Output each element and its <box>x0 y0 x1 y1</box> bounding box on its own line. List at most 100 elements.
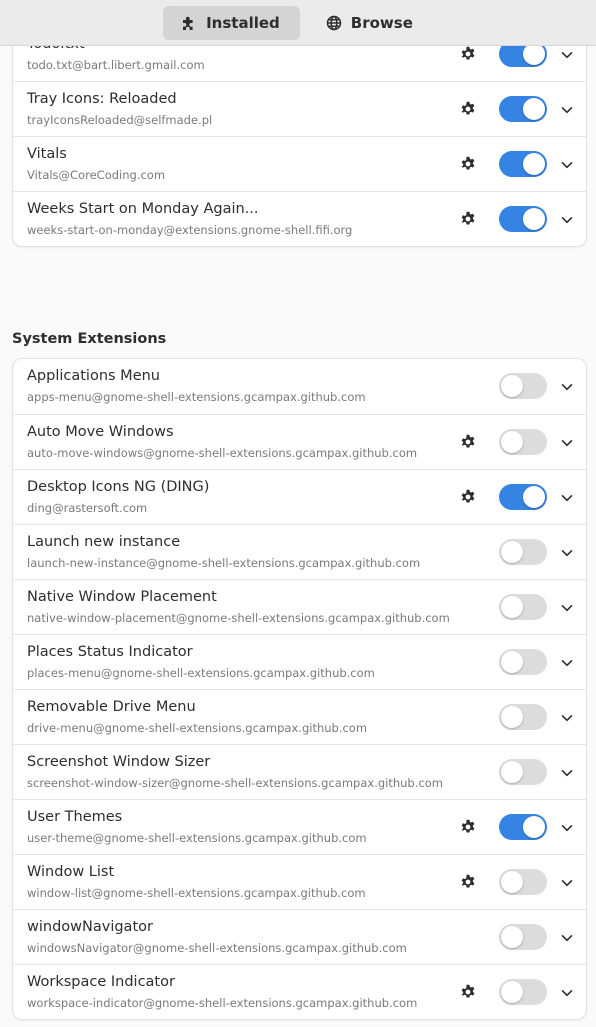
enable-toggle[interactable] <box>499 373 547 399</box>
toggle-knob <box>501 926 523 948</box>
extension-uuid: trayIconsReloaded@selfmade.pl <box>27 113 213 127</box>
toggle-knob <box>523 43 545 65</box>
chevron-down-icon[interactable] <box>560 655 574 669</box>
extension-row[interactable]: Native Window Placement native-window-pla… <box>13 579 586 634</box>
extension-name: Places Status Indicator <box>27 644 193 660</box>
extension-name: Launch new instance <box>27 534 181 550</box>
extension-row[interactable]: Places Status Indicator places-menu@gnome… <box>13 634 586 689</box>
toggle-knob <box>501 706 523 728</box>
enable-toggle[interactable] <box>499 429 547 455</box>
extension-row[interactable]: Vitals Vitals@CoreCoding.com <box>13 136 586 191</box>
chevron-down-icon[interactable] <box>560 102 574 116</box>
settings-gear-icon[interactable] <box>460 46 476 62</box>
extension-row[interactable]: Auto Move Windows auto-move-windows@gnome… <box>13 414 586 469</box>
settings-gear-icon[interactable] <box>460 101 476 117</box>
enable-toggle[interactable] <box>499 869 547 895</box>
chevron-down-icon[interactable] <box>560 875 574 889</box>
chevron-down-icon[interactable] <box>560 157 574 171</box>
settings-gear-icon[interactable] <box>460 211 476 227</box>
extension-row[interactable]: windowNavigator windowsNavigator@gnome-sh… <box>13 909 586 964</box>
enable-toggle[interactable] <box>499 96 547 122</box>
extension-row[interactable]: Desktop Icons NG (DING) ding@rastersoft.c… <box>13 469 586 524</box>
settings-gear-icon[interactable] <box>460 984 476 1000</box>
enable-toggle[interactable] <box>499 206 547 232</box>
settings-gear-icon[interactable] <box>460 156 476 172</box>
enable-toggle[interactable] <box>499 594 547 620</box>
extension-row[interactable]: Window List window-list@gnome-shell-exten… <box>13 854 586 909</box>
extension-name: Window List <box>27 864 115 880</box>
extension-uuid: windowsNavigator@gnome-shell-extensions.… <box>27 941 407 955</box>
extension-row[interactable]: Weeks Start on Monday Again... weeks-star… <box>13 191 586 246</box>
extension-uuid: auto-move-windows@gnome-shell-extensions… <box>27 446 418 460</box>
extension-name: Vitals <box>27 146 67 162</box>
extension-row[interactable]: Removable Drive Menu drive-menu@gnome-she… <box>13 689 586 744</box>
extension-uuid: window-list@gnome-shell-extensions.gcamp… <box>27 886 366 900</box>
extension-uuid: ding@rastersoft.com <box>27 501 148 515</box>
chevron-down-icon[interactable] <box>560 545 574 559</box>
enable-toggle[interactable] <box>499 979 547 1005</box>
extension-uuid: apps-menu@gnome-shell-extensions.gcampax… <box>27 390 366 404</box>
extension-uuid: workspace-indicator@gnome-shell-extensio… <box>27 996 418 1010</box>
extension-uuid: native-window-placement@gnome-shell-exte… <box>27 611 450 625</box>
extension-row[interactable]: Launch new instance launch-new-instance@g… <box>13 524 586 579</box>
chevron-down-icon[interactable] <box>560 930 574 944</box>
extension-name: Desktop Icons NG (DING) <box>27 479 210 495</box>
extension-uuid: launch-new-instance@gnome-shell-extensio… <box>27 556 421 570</box>
toggle-knob <box>501 981 523 1003</box>
tab-browse-label: Browse <box>350 13 413 32</box>
toggle-knob <box>523 98 545 120</box>
tab-browse[interactable]: Browse <box>308 6 433 40</box>
enable-toggle[interactable] <box>499 539 547 565</box>
extension-row[interactable]: Applications Menu apps-menu@gnome-shell-e… <box>13 359 586 414</box>
enable-toggle[interactable] <box>499 924 547 950</box>
extension-name: windowNavigator <box>27 919 153 935</box>
extension-name: Native Window Placement <box>27 589 217 605</box>
chevron-down-icon[interactable] <box>560 710 574 724</box>
chevron-down-icon[interactable] <box>560 600 574 614</box>
toggle-knob <box>501 871 523 893</box>
chevron-down-icon[interactable] <box>560 379 574 393</box>
extension-name: Weeks Start on Monday Again... <box>27 201 259 217</box>
enable-toggle[interactable] <box>499 814 547 840</box>
header-bar: Installed Browse <box>0 0 596 46</box>
chevron-down-icon[interactable] <box>560 985 574 999</box>
extension-uuid: screenshot-window-sizer@gnome-shell-exte… <box>27 776 443 790</box>
chevron-down-icon[interactable] <box>560 490 574 504</box>
enable-toggle[interactable] <box>499 704 547 730</box>
enable-toggle[interactable] <box>499 649 547 675</box>
extension-name: Auto Move Windows <box>27 424 174 440</box>
toggle-knob <box>501 651 523 673</box>
chevron-down-icon[interactable] <box>560 435 574 449</box>
extension-name: Removable Drive Menu <box>27 699 196 715</box>
extension-name: Workspace Indicator <box>27 974 175 990</box>
enable-toggle[interactable] <box>499 151 547 177</box>
extension-row[interactable]: Screenshot Window Sizer screenshot-window… <box>13 744 586 799</box>
chevron-down-icon[interactable] <box>560 820 574 834</box>
enable-toggle[interactable] <box>499 759 547 785</box>
extension-uuid: Vitals@CoreCoding.com <box>27 168 166 182</box>
extension-row[interactable]: User Themes user-theme@gnome-shell-extens… <box>13 799 586 854</box>
settings-gear-icon[interactable] <box>460 874 476 890</box>
extension-name: Screenshot Window Sizer <box>27 754 211 770</box>
settings-gear-icon[interactable] <box>460 489 476 505</box>
chevron-down-icon[interactable] <box>560 47 574 61</box>
toggle-knob <box>523 486 545 508</box>
enable-toggle[interactable] <box>499 484 547 510</box>
settings-gear-icon[interactable] <box>460 434 476 450</box>
extension-row[interactable]: Tray Icons: Reloaded trayIconsReloaded@se… <box>13 81 586 136</box>
extension-name: User Themes <box>27 809 123 825</box>
toggle-knob <box>501 375 523 397</box>
extension-uuid: todo.txt@bart.libert.gmail.com <box>27 58 205 72</box>
toggle-knob <box>523 208 545 230</box>
extension-row[interactable]: Workspace Indicator workspace-indicator@g… <box>13 964 586 1019</box>
chevron-down-icon[interactable] <box>560 212 574 226</box>
toggle-knob <box>523 153 545 175</box>
globe-icon <box>326 15 342 31</box>
tab-installed-label: Installed <box>206 13 280 32</box>
chevron-down-icon[interactable] <box>560 765 574 779</box>
tab-installed[interactable]: Installed <box>163 5 300 40</box>
settings-gear-icon[interactable] <box>460 819 476 835</box>
extension-uuid: places-menu@gnome-shell-extensions.gcamp… <box>27 666 375 680</box>
system-extensions-heading: System Extensions <box>12 331 167 347</box>
toggle-knob <box>501 761 523 783</box>
